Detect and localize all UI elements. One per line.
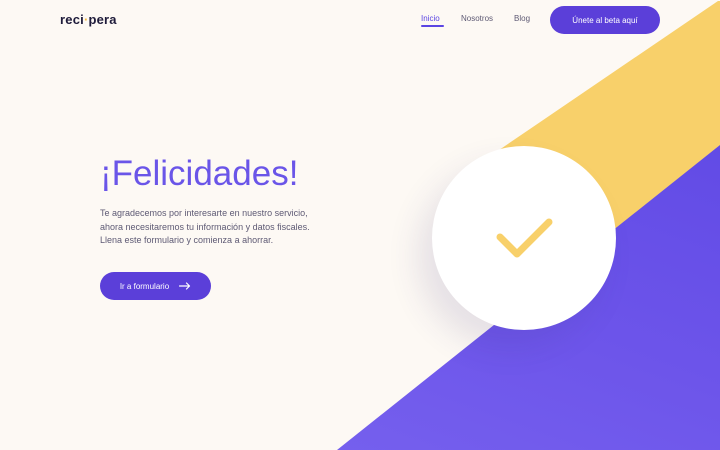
description-line-2: ahora necesitaremos tu información y dat… [100, 221, 310, 232]
checkmark-icon [496, 218, 553, 258]
go-to-form-label: Ir a formulario [119, 281, 170, 291]
active-nav-indicator [421, 25, 444, 27]
nav-link-nosotros[interactable]: Nosotros [461, 14, 493, 23]
logo[interactable]: reci·pera [60, 12, 117, 27]
top-navigation: reci·pera Inicio Nosotros Blog Únete al … [0, 0, 720, 40]
logo-text-prefix: reci [60, 12, 84, 27]
hero-description: Te agradecemos por interesarte en nuestr… [100, 207, 360, 248]
description-line-3: Llena este formulario y comienza a ahorr… [100, 235, 274, 245]
go-to-form-button[interactable]: Ir a formulario [100, 272, 211, 300]
page-title: ¡Felicidades! [100, 154, 299, 193]
arrow-right-icon [179, 282, 191, 290]
success-circle [432, 146, 616, 330]
logo-text-suffix: pera [88, 12, 117, 27]
join-beta-button[interactable]: Únete al beta aquí [550, 6, 660, 34]
nav-link-inicio[interactable]: Inicio [421, 14, 440, 23]
nav-link-blog[interactable]: Blog [514, 14, 530, 23]
description-line-1: Te agradecemos por interesarte en nuestr… [100, 208, 308, 218]
